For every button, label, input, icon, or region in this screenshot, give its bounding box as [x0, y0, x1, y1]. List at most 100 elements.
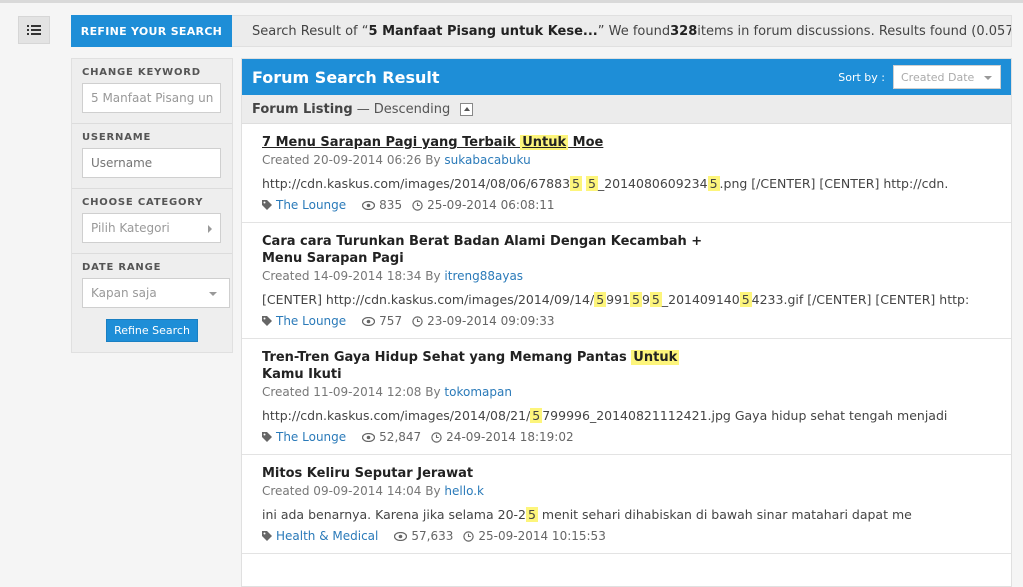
refine-search-button[interactable]: Refine Search [106, 319, 198, 342]
list-icon [27, 25, 41, 35]
summary-suffix: items in forum discussions. Results foun… [697, 23, 1011, 39]
username-section: USERNAME [72, 124, 232, 189]
title-highlight: Untuk [631, 350, 680, 365]
snippet-highlight: 5 [585, 176, 598, 191]
view-count: 835 [362, 198, 402, 212]
snippet-text: .png [/CENTER] [CENTER] http://cdn. [719, 176, 949, 191]
eye-icon [362, 316, 376, 326]
chevron-right-icon [208, 225, 212, 233]
result-title-link[interactable]: 7 Menu Sarapan Pagi yang Terbaik Untuk M… [262, 134, 722, 151]
views-value: 57,633 [411, 529, 454, 543]
views-value: 757 [379, 314, 403, 328]
eye-icon [362, 432, 376, 442]
snippet-text: ini ada benarnya. Karena jika selama 20-… [262, 507, 526, 522]
last-post-date: 25-09-2014 10:15:53 [463, 529, 606, 543]
result-title-link[interactable]: Mitos Keliru Seputar Jerawat [262, 465, 722, 482]
result-title-link[interactable]: Tren-Tren Gaya Hidup Sehat yang Memang P… [262, 349, 722, 383]
author-link[interactable]: hello.k [444, 484, 484, 498]
date-label: DATE RANGE [82, 262, 162, 273]
summary-mid: ” We found [597, 23, 671, 39]
result-item: Cara cara Turunkan Berat Badan Alami Den… [242, 223, 1011, 339]
snippet-text: 799996_20140821112421.jpg Gaya hidup seh… [542, 408, 948, 423]
menu-toggle-button[interactable] [18, 16, 50, 44]
sort-label: Sort by : [838, 70, 885, 84]
title-text: Moe [568, 135, 604, 150]
clock-icon [412, 199, 423, 211]
results-header: Forum Search Result Sort by : Created Da… [242, 59, 1011, 95]
created-text: Created 14-09-2014 18:34 By [262, 269, 445, 283]
snippet-text: 991 [606, 292, 631, 307]
result-snippet: [CENTER] http://cdn.kaskus.com/images/20… [262, 292, 991, 307]
views-value: 835 [379, 198, 403, 212]
category-value: Pilih Kategori [91, 221, 170, 235]
tag-icon [262, 316, 272, 326]
result-footer: The Lounge 52,847 24-09-2014 18:19:02 [262, 430, 991, 454]
category-link[interactable]: The Lounge [262, 314, 346, 328]
keyword-field[interactable] [82, 83, 221, 113]
username-field[interactable] [82, 148, 221, 178]
date-value: 23-09-2014 09:09:33 [427, 314, 555, 328]
clock-icon [431, 431, 442, 443]
date-range-select[interactable]: Kapan saja [82, 278, 230, 308]
snippet-highlight: 5 [530, 408, 543, 423]
view-count: 52,847 [362, 430, 421, 444]
result-meta: Created 09-09-2014 14:04 By hello.k [262, 484, 991, 498]
date-value: Kapan saja [91, 286, 157, 300]
snippet-highlight: 5 [594, 292, 607, 307]
result-item: 7 Menu Sarapan Pagi yang Terbaik Untuk M… [242, 124, 1011, 223]
category-label: The Lounge [276, 314, 347, 328]
result-item: Mitos Keliru Seputar Jerawat Created 09-… [242, 455, 1011, 554]
date-value: 25-09-2014 06:08:11 [427, 198, 555, 212]
last-post-date: 23-09-2014 09:09:33 [412, 314, 555, 328]
username-input[interactable] [91, 156, 220, 170]
clock-icon [412, 315, 423, 327]
category-link[interactable]: Health & Medical [262, 529, 378, 543]
sort-control: Sort by : Created Date [838, 65, 1001, 89]
view-count: 57,633 [394, 529, 453, 543]
listing-bar: Forum Listing — Descending [242, 95, 1011, 124]
chevron-down-icon [209, 292, 217, 296]
result-footer: Health & Medical 57,633 25-09-2014 10:15… [262, 529, 991, 553]
snippet-highlight: 5 [739, 292, 752, 307]
category-link[interactable]: The Lounge [262, 198, 346, 212]
result-snippet: ini ada benarnya. Karena jika selama 20-… [262, 507, 991, 522]
chevron-down-icon [984, 76, 992, 80]
author-link[interactable]: sukabacabuku [444, 153, 530, 167]
category-select[interactable]: Pilih Kategori [82, 213, 221, 243]
collapse-toggle-button[interactable] [460, 102, 474, 116]
created-text: Created 20-09-2014 06:26 By [262, 153, 445, 167]
snippet-text: 4233.gif [/CENTER] [CENTER] http: [751, 292, 970, 307]
top-divider [0, 0, 1023, 3]
title-highlight: Untuk [520, 135, 569, 150]
snippet-highlight: 5 [630, 292, 642, 307]
title-text: Kamu Ikuti [262, 367, 342, 382]
chevron-up-icon [463, 107, 470, 111]
refine-sidebar: CHANGE KEYWORD USERNAME CHOOSE CATEGORY … [71, 58, 233, 353]
title-text: Tren-Tren Gaya Hidup Sehat yang Memang P… [262, 350, 632, 365]
tag-icon [262, 200, 272, 210]
author-link[interactable]: tokomapan [444, 385, 512, 399]
author-link[interactable]: itreng88ayas [444, 269, 523, 283]
results-title: Forum Search Result [252, 67, 440, 87]
category-link[interactable]: The Lounge [262, 430, 346, 444]
keyword-section: CHANGE KEYWORD [72, 59, 232, 124]
summary-prefix: Search Result of “ [252, 23, 369, 39]
result-footer: The Lounge 835 25-09-2014 06:08:11 [262, 198, 991, 222]
summary-count: 328 [670, 23, 698, 39]
result-meta: Created 20-09-2014 06:26 By sukabacabuku [262, 153, 991, 167]
snippet-text: http://cdn.kaskus.com/images/2014/08/21/ [262, 408, 531, 423]
snippet-text: 9 [641, 292, 650, 307]
date-value: 25-09-2014 10:15:53 [478, 529, 606, 543]
username-label: USERNAME [82, 132, 152, 143]
snippet-text: menit sehari dihabiskan di bawah sinar m… [537, 507, 912, 522]
snippet-highlight: 5 [649, 292, 662, 307]
result-footer: The Lounge 757 23-09-2014 09:09:33 [262, 314, 991, 338]
result-title-link[interactable]: Cara cara Turunkan Berat Badan Alami Den… [262, 233, 722, 267]
created-text: Created 09-09-2014 14:04 By [262, 484, 445, 498]
sort-select[interactable]: Created Date [893, 65, 1001, 89]
date-value: 24-09-2014 18:19:02 [446, 430, 574, 444]
refine-search-tab[interactable]: REFINE YOUR SEARCH [71, 15, 232, 47]
keyword-input[interactable] [91, 91, 220, 105]
clock-icon [463, 530, 475, 542]
last-post-date: 25-09-2014 06:08:11 [412, 198, 555, 212]
